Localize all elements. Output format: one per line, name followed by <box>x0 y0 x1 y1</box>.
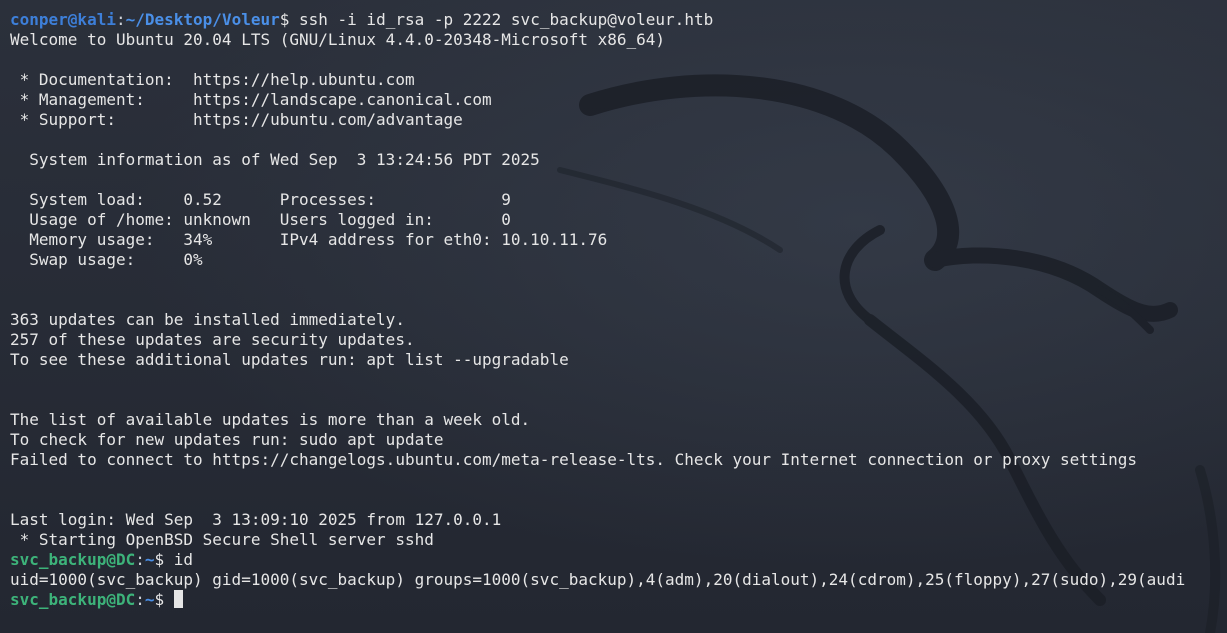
terminal-line: uid=1000(svc_backup) gid=1000(svc_backup… <box>10 570 1186 589</box>
terminal-line: Memory usage: 34% IPv4 address for eth0:… <box>10 230 608 249</box>
terminal-line: Failed to connect to https://changelogs.… <box>10 450 1138 469</box>
terminal-line: Welcome to Ubuntu 20.04 LTS (GNU/Linux 4… <box>10 30 666 49</box>
terminal-line: * Support: https://ubuntu.com/advantage <box>10 110 463 129</box>
terminal-line: Last login: Wed Sep 3 13:09:10 2025 from… <box>10 510 502 529</box>
text-cursor[interactable] <box>173 590 183 608</box>
prompt-path: ~/Desktop/Voleur <box>125 10 280 29</box>
terminal-line: Usage of /home: unknown Users logged in:… <box>10 210 511 229</box>
terminal-line: To see these additional updates run: apt… <box>10 350 569 369</box>
terminal-line: 363 updates can be installed immediately… <box>10 310 405 329</box>
terminal-line: conper@kali:~/Desktop/Voleur$ ssh -i id_… <box>10 10 1227 30</box>
prompt-path: ~ <box>144 590 155 609</box>
prompt-symbol: $ <box>154 550 174 569</box>
terminal-line: System load: 0.52 Processes: 9 <box>10 190 511 209</box>
terminal-line: To check for new updates run: sudo apt u… <box>10 430 444 449</box>
prompt-separator: : <box>115 10 126 29</box>
terminal-line: The list of available updates is more th… <box>10 410 531 429</box>
prompt-user-host: svc_backup@DC <box>10 590 136 609</box>
prompt-symbol: $ <box>279 10 299 29</box>
terminal-line: Swap usage: 0% <box>10 250 203 269</box>
terminal-line: * Documentation: https://help.ubuntu.com <box>10 70 415 89</box>
terminal-line: System information as of Wed Sep 3 13:24… <box>10 150 540 169</box>
terminal-line: 257 of these updates are security update… <box>10 330 415 349</box>
terminal-window[interactable]: conper@kali:~/Desktop/Voleur$ ssh -i id_… <box>10 10 1227 630</box>
prompt-user-host: svc_backup@DC <box>10 550 136 569</box>
terminal-input-line[interactable]: svc_backup@DC:~$ <box>10 590 1227 610</box>
command-text: ssh -i id_rsa -p 2222 svc_backup@voleur.… <box>299 10 714 29</box>
prompt-path: ~ <box>144 550 155 569</box>
terminal-line: * Management: https://landscape.canonica… <box>10 90 492 109</box>
prompt-user-host: conper@kali <box>10 10 116 29</box>
terminal-line: * Starting OpenBSD Secure Shell server s… <box>10 530 434 549</box>
command-text: id <box>173 550 194 569</box>
prompt-symbol: $ <box>154 590 174 609</box>
prompt-separator: : <box>135 550 145 569</box>
prompt-separator: : <box>135 590 145 609</box>
terminal-line: svc_backup@DC:~$ id <box>10 550 1227 570</box>
